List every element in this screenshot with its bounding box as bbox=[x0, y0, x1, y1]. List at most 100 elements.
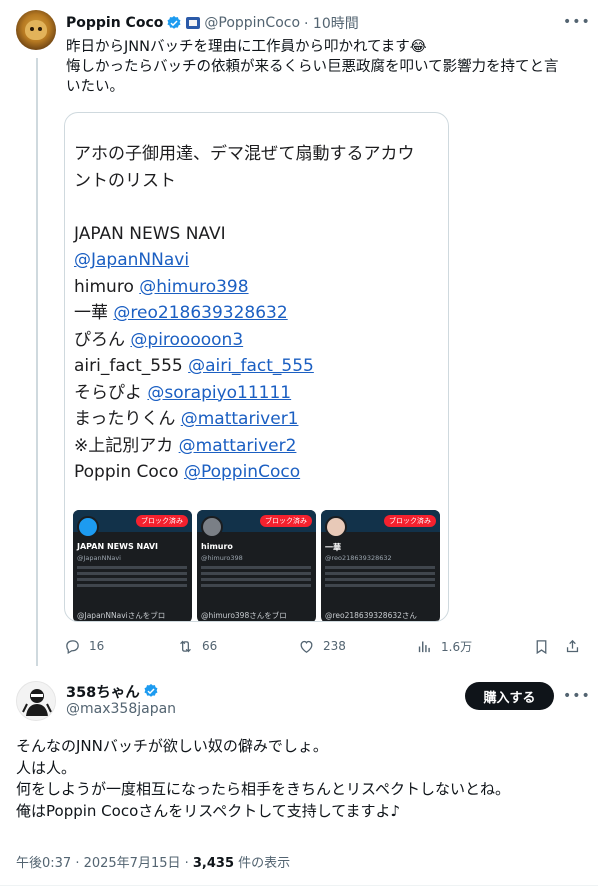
media-list-line: ぴろん @pirooooon3 bbox=[74, 327, 444, 354]
tweet1-text-line: いたい。 bbox=[66, 79, 124, 95]
retweet-button[interactable]: 66 bbox=[177, 636, 217, 656]
media-list-name: ※上記別アカ bbox=[74, 435, 179, 456]
reply-icon bbox=[66, 639, 79, 654]
card-name: JAPAN NEWS NAVI bbox=[77, 542, 159, 551]
card-name: himuro bbox=[201, 542, 233, 551]
tweet1-text: 昨日からJNNバッチを理由に工作員から叩かれてます😂 悔しかったらバッチの依頼が… bbox=[66, 37, 566, 97]
tweet2-more-options-icon[interactable]: ••• bbox=[563, 688, 590, 704]
tweet1-more-options-icon[interactable]: ••• bbox=[563, 14, 590, 30]
media-list-name: himuro bbox=[74, 276, 140, 297]
tweet2-text-line: 何をしようが一度相互になったら相手をきちんとリスペクトしないとね。 bbox=[16, 780, 510, 798]
media-list-line: @JapanNNavi bbox=[74, 247, 444, 274]
card-handle: @JapanNNavi bbox=[77, 554, 121, 562]
media-list-name: airi_fact_555 bbox=[74, 356, 189, 376]
media-list-name: ぴろん bbox=[74, 329, 131, 350]
verified-badge-icon bbox=[167, 16, 181, 29]
media-list-name: JAPAN NEWS NAVI bbox=[74, 223, 226, 244]
affiliate-badge-icon bbox=[186, 17, 201, 29]
ninja-avatar-icon bbox=[17, 682, 55, 720]
media-list-line: ※上記別アカ @mattariver2 bbox=[74, 433, 444, 460]
tweet2-text-line: 俺はPoppin Cocoさんをリスペクトして支持してますよ♪ bbox=[16, 801, 401, 820]
buy-button[interactable]: 購入する bbox=[465, 682, 554, 710]
blocked-account-card: ブロック済み JAPAN NEWS NAVI @JapanNNavi @JapanNN… bbox=[73, 510, 192, 621]
max358-avatar[interactable] bbox=[16, 681, 56, 721]
retweet-icon bbox=[180, 640, 191, 652]
media-list-name: アホの子御用達、デマ混ぜて扇動するアカウ bbox=[74, 144, 415, 164]
media-list-handle-link: @JapanNNavi bbox=[74, 250, 190, 270]
share-icon bbox=[566, 639, 579, 652]
media-list-name: そらぴよ bbox=[74, 382, 148, 403]
views-button[interactable]: 1.6万 bbox=[416, 636, 472, 656]
tweet2-header: 358ちゃん bbox=[66, 681, 159, 701]
media-list-handle-link: @mattariver2 bbox=[178, 435, 297, 456]
tweet2-view-suffix: 件の表示 bbox=[234, 856, 291, 871]
tweet2-timestamp[interactable]: 午後0:37 · 2025年7月15日 · bbox=[16, 856, 193, 871]
media-list-line: airi_fact_555 @airi_fact_555 bbox=[74, 353, 444, 380]
media-blocked-accounts-strip: ブロック済み JAPAN NEWS NAVI @JapanNNavi @JapanNN… bbox=[73, 510, 441, 621]
tweet1-media-image[interactable]: アホの子御用達、デマ混ぜて扇動するアカウ ントのリスト JAPAN NEWS NAV… bbox=[64, 112, 449, 622]
tweet1-handle[interactable]: @PoppinCoco bbox=[204, 15, 300, 31]
media-list-line: ントのリスト bbox=[74, 168, 444, 195]
tweet2-handle[interactable]: @max358japan bbox=[66, 701, 176, 717]
media-list-line: アホの子御用達、デマ混ぜて扇動するアカウ bbox=[74, 141, 444, 168]
media-list-text: アホの子御用達、デマ混ぜて扇動するアカウ ントのリスト JAPAN NEWS NAV… bbox=[74, 141, 444, 486]
reply-count: 16 bbox=[89, 639, 105, 653]
views-chart-icon bbox=[418, 641, 430, 652]
tweet1-text-line: 悔しかったらバッチの依頼が来るくらい巨悪政腐を叩いて影響力を持てと言 bbox=[66, 59, 559, 75]
views-count: 1.6万 bbox=[441, 639, 473, 654]
tweet2-display-name[interactable]: 358ちゃん bbox=[66, 681, 140, 702]
media-list-line: himuro @himuro398 bbox=[74, 274, 444, 301]
media-list-line: 一華 @reo218639328632 bbox=[74, 300, 444, 327]
card-bio-lines bbox=[77, 566, 187, 569]
verified-badge-icon bbox=[144, 684, 158, 697]
tweet2-text: そんなのJNNバッチが欲しい奴の僻みでしょ。 人は人。 何をしようが一度相互にな… bbox=[16, 736, 586, 822]
blocked-badge: ブロック済み bbox=[136, 515, 188, 527]
media-list-handle-link: @reo218639328632 bbox=[113, 303, 288, 323]
media-list-name: ントのリスト bbox=[74, 170, 176, 191]
blocked-account-card: ブロック済み一華 @reo218639328632 @reo218639328632… bbox=[321, 510, 440, 621]
media-list-line: Poppin Coco @PoppinCoco bbox=[74, 459, 444, 486]
thread-connector-line bbox=[36, 58, 38, 666]
like-button[interactable]: 238 bbox=[298, 636, 346, 656]
media-list-handle-link: @PoppinCoco bbox=[183, 462, 301, 482]
tweet1-header: Poppin Coco @PoppinCoco · 10時間 bbox=[66, 13, 359, 33]
card-bio-lines bbox=[325, 566, 435, 569]
divider bbox=[0, 885, 598, 886]
tweet1-text-line: 昨日からJNNバッチを理由に工作員から叩かれてます😂 bbox=[66, 39, 427, 55]
media-list-name: まったりくん bbox=[74, 409, 181, 429]
media-list-handle-link: @pirooooon3 bbox=[130, 329, 244, 350]
card-footer-text: @himuro398さんをブロ bbox=[201, 611, 287, 620]
blocked-badge: ブロック済み bbox=[260, 515, 312, 527]
retweet-count: 66 bbox=[202, 639, 218, 653]
tweet2-text-line: 人は人。 bbox=[16, 758, 77, 777]
media-list-line bbox=[74, 194, 444, 221]
card-footer-text: @JapanNNaviさんをブロ bbox=[77, 611, 166, 620]
card-handle: @reo218639328632 bbox=[325, 554, 392, 562]
blocked-badge: ブロック済み bbox=[384, 515, 436, 527]
media-list-name: Poppin Coco bbox=[74, 462, 184, 482]
tweet1-time[interactable]: · 10時間 bbox=[304, 13, 359, 33]
bookmark-icon bbox=[536, 639, 547, 654]
tweet1-display-name[interactable]: Poppin Coco bbox=[66, 15, 163, 31]
bookmark-button[interactable] bbox=[533, 636, 558, 656]
card-name: 一華 bbox=[325, 543, 341, 552]
card-footer-text: @reo218639328632さん bbox=[325, 611, 417, 620]
blocked-account-card: ブロック済み himuro @himuro398 @himuro398さんをブロ bbox=[197, 510, 316, 621]
media-list-handle-link: @himuro398 bbox=[139, 276, 249, 297]
heart-icon bbox=[300, 640, 313, 653]
tweet2-meta: 午後0:37 · 2025年7月15日 · 3,435 件の表示 bbox=[16, 852, 290, 871]
poppin-coco-avatar[interactable] bbox=[16, 10, 56, 50]
card-bio-lines bbox=[201, 566, 311, 569]
media-list-name: 一華 bbox=[74, 303, 114, 323]
tweet1-action-bar: 16 66 238 1.6万 bbox=[64, 636, 584, 656]
media-list-handle-link: @mattariver1 bbox=[180, 409, 299, 429]
tweet2-view-count: 3,435 bbox=[192, 856, 235, 871]
share-button[interactable] bbox=[564, 636, 589, 656]
card-avatar bbox=[77, 516, 99, 538]
media-list-line: まったりくん @mattariver1 bbox=[74, 406, 444, 433]
media-list-handle-link: @airi_fact_555 bbox=[188, 356, 314, 376]
media-list-line: JAPAN NEWS NAVI bbox=[74, 221, 444, 248]
media-list-handle-link: @sorapiyo11111 bbox=[147, 382, 292, 403]
reply-button[interactable]: 16 bbox=[64, 636, 104, 656]
like-count: 238 bbox=[323, 639, 346, 653]
